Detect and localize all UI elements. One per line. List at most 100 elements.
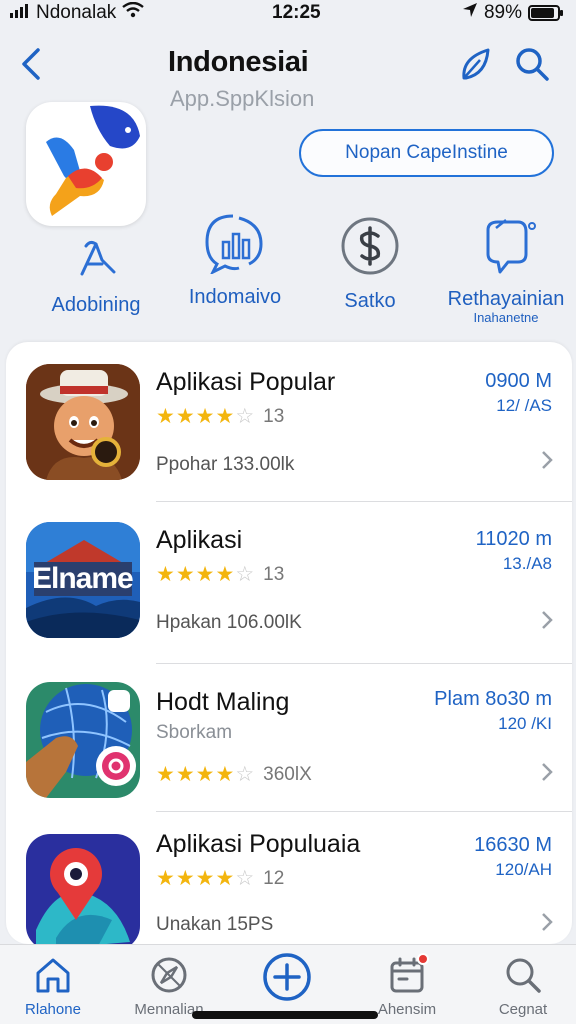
star-empty-icon: ☆ — [235, 867, 255, 890]
category-item-3[interactable]: Rethayainian Inahanetne — [446, 218, 566, 324]
tab-explore[interactable]: Mennalian — [114, 951, 224, 1018]
leaf-icon — [462, 48, 490, 80]
app-meta: Unakan 15PS — [156, 914, 274, 935]
list-item[interactable]: Aplikasi Popular ★ ★ ★ ★ ☆ 13 Ppohar 133.00l… — [6, 342, 572, 502]
back-button[interactable] — [18, 44, 48, 84]
star-half-icon: ★ — [215, 405, 235, 428]
star-icon: ★ — [195, 867, 215, 890]
app-icon — [26, 102, 146, 226]
app-size: 11020 m — [475, 528, 552, 550]
status-left: Ndonalak — [10, 1, 240, 24]
status-right: 89% — [462, 2, 563, 24]
tab-home[interactable]: Rlahone — [0, 951, 108, 1018]
search-icon — [516, 48, 549, 81]
app-name: Aplikasi — [156, 526, 243, 554]
app-meta: Ppohar 133.00lk — [156, 454, 295, 475]
category-label-0: Adobining — [51, 294, 141, 316]
category-item-1[interactable]: Indomaivo — [180, 212, 290, 309]
star-icon: ★ — [175, 405, 195, 428]
primary-action-button[interactable]: Nopan CapeInstine — [299, 129, 554, 177]
battery-level — [531, 8, 555, 18]
app-size: 0900 M — [485, 370, 552, 392]
chevron-left-icon — [22, 48, 40, 80]
chevron-right-icon — [542, 913, 553, 931]
category-label-3: Rethayainian — [447, 288, 565, 310]
page-title: Indonesiai — [168, 46, 309, 78]
search-button[interactable] — [514, 46, 550, 82]
star-icon: ★ — [195, 405, 215, 428]
star-icon: ★ — [156, 405, 175, 428]
tab-add[interactable] — [232, 951, 342, 1003]
app-name: Aplikasi Populuaia — [156, 830, 361, 858]
star-icon: ★ — [195, 563, 215, 586]
search-icon — [506, 958, 541, 993]
app-size: 16630 M — [474, 834, 552, 856]
app-list: Aplikasi Popular ★ ★ ★ ★ ☆ 13 Ppohar 133.00l… — [6, 342, 572, 944]
signal-icon — [10, 2, 30, 24]
home-icon — [36, 958, 70, 993]
app-icon-globe — [26, 682, 140, 798]
app-icon-pin — [26, 834, 140, 944]
category-sublabel-3: Inahanetne — [473, 310, 539, 325]
star-half-icon: ★ — [215, 563, 235, 586]
status-time: 12:25 — [272, 2, 321, 23]
touch-pointer-icon — [80, 240, 116, 276]
app-downloads: 12/ /AS — [496, 396, 552, 415]
rating-count: 12 — [263, 867, 285, 889]
star-icon: ★ — [175, 867, 195, 890]
leaf-button[interactable] — [458, 46, 492, 82]
notification-badge — [417, 953, 429, 965]
star-icon: ★ — [156, 563, 175, 586]
star-icon: ★ — [175, 763, 195, 786]
tab-label-updates: Ahensim — [377, 1001, 437, 1018]
list-item[interactable]: Hodt Maling Sborkam ★ ★ ★ ★ ☆ 360lX Plam 8o3… — [6, 664, 572, 812]
star-rating: ★ ★ ★ ★ ☆ 12 — [156, 866, 284, 891]
tab-search[interactable]: Cegnat — [468, 951, 576, 1018]
star-half-icon: ★ — [215, 867, 235, 890]
wifi-icon — [122, 1, 145, 24]
star-empty-icon: ☆ — [235, 405, 255, 428]
app-logo-icon — [46, 105, 140, 216]
category-item-2[interactable]: Satko — [320, 216, 420, 313]
category-item-0[interactable]: Adobining — [40, 238, 152, 317]
battery-percent: 89% — [483, 2, 522, 23]
star-icon: ★ — [175, 563, 195, 586]
app-icon-explorer — [26, 364, 140, 480]
tab-label-home: Rlahone — [25, 1001, 81, 1018]
chat-bubble-icon — [486, 219, 536, 274]
chevron-right-icon — [542, 611, 553, 629]
star-rating: ★ ★ ★ ★ ☆ 13 — [156, 562, 284, 587]
chevron-right-icon — [542, 451, 553, 469]
category-label-2: Satko — [344, 290, 396, 312]
location-arrow-icon — [462, 2, 478, 24]
compass-icon — [151, 957, 187, 993]
app-size: Plam 8o30 m — [434, 688, 552, 710]
tab-label-search: Cegnat — [498, 1001, 548, 1018]
app-icon-word: Elname — [32, 562, 134, 595]
carrier-name: Ndonalak — [36, 2, 117, 23]
star-icon: ★ — [156, 763, 175, 786]
star-half-icon: ★ — [215, 763, 235, 786]
app-icon-landscape: Elname — [26, 522, 140, 638]
battery-icon — [528, 5, 563, 21]
star-rating: ★ ★ ★ ★ ☆ 13 — [156, 404, 284, 429]
money-badge-icon — [341, 217, 399, 275]
chevron-right-icon — [542, 763, 553, 781]
app-developer: Sborkam — [156, 722, 233, 743]
chart-chat-icon — [205, 214, 263, 276]
app-downloads: 120 /KI — [498, 714, 552, 733]
add-icon — [263, 953, 311, 1001]
tab-updates[interactable]: Ahensim — [352, 951, 462, 1018]
star-icon: ★ — [195, 763, 215, 786]
home-indicator — [192, 1011, 378, 1019]
star-icon: ★ — [156, 867, 175, 890]
app-name: Aplikasi Popular — [156, 368, 336, 396]
star-empty-icon: ☆ — [235, 763, 255, 786]
list-item[interactable]: Aplikasi Populuaia ★ ★ ★ ★ ☆ 12 Unakan 15PS … — [6, 812, 572, 944]
app-meta: Hpakan 106.00lK — [156, 612, 302, 633]
app-name: Hodt Maling — [156, 688, 290, 716]
list-item[interactable]: Elname Aplikasi ★ ★ ★ ★ ☆ 13 Hpakan 106.00lK… — [6, 502, 572, 664]
page-subtitle: App.SppKlsion — [170, 86, 315, 111]
category-label-1: Indomaivo — [188, 286, 282, 308]
app-downloads: 120/AH — [495, 860, 552, 879]
